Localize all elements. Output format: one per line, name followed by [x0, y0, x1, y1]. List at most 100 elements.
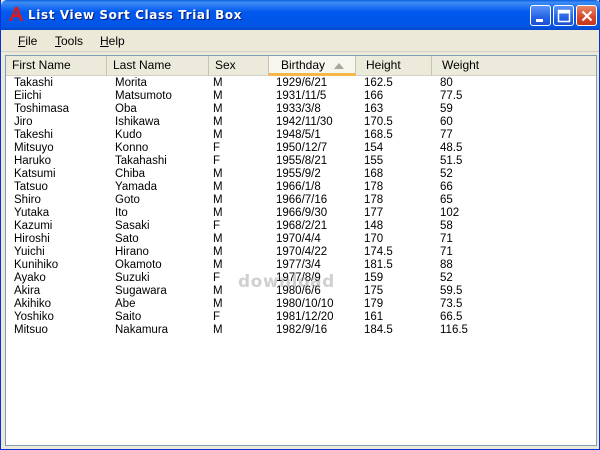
cell-sex: M [213, 246, 223, 258]
cell-weight: 77.5 [440, 90, 463, 102]
cell-birthday: 1955/9/2 [276, 168, 321, 180]
cell-first-name: Takashi [14, 77, 53, 89]
menu-tools[interactable]: Tools [48, 30, 90, 52]
cell-birthday: 1982/9/16 [276, 324, 328, 336]
table-row[interactable]: Takeshi Kudo M 1948/5/1 168.5 77 [6, 129, 596, 142]
cell-weight: 52 [440, 272, 453, 284]
table-row[interactable]: Kazumi Sasaki F 1968/2/21 148 58 [6, 220, 596, 233]
table-row[interactable]: Yoshiko Saito F 1981/12/20 161 66.5 [6, 311, 596, 324]
table-row[interactable]: Mitsuyo Konno F 1950/12/7 154 48.5 [6, 142, 596, 155]
menu-help-accelerator: H [100, 34, 109, 48]
menu-bar: File Tools Help [1, 30, 599, 52]
cell-weight: 71 [440, 233, 453, 245]
menu-tools-label: ools [61, 34, 84, 48]
table-row[interactable]: Eiichi Matsumoto M 1931/11/5 166 77.5 [6, 90, 596, 103]
maximize-button[interactable] [553, 5, 574, 26]
title-bar[interactable]: List View Sort Class Trial Box [1, 0, 600, 30]
cell-height: 159 [364, 272, 384, 284]
table-row[interactable]: Toshimasa Oba M 1933/3/8 163 59 [6, 103, 596, 116]
cell-height: 161 [364, 311, 384, 323]
cell-height: 168 [364, 168, 384, 180]
menu-help[interactable]: Help [93, 30, 132, 52]
cell-sex: M [213, 90, 223, 102]
cell-birthday: 1977/3/4 [276, 259, 321, 271]
table-row[interactable]: Tatsuo Yamada M 1966/1/8 178 66 [6, 181, 596, 194]
column-header-birthday[interactable]: Birthday [269, 56, 356, 76]
table-row[interactable]: Yutaka Ito M 1966/9/30 177 102 [6, 207, 596, 220]
cell-first-name: Haruko [14, 155, 52, 167]
table-row[interactable]: Takashi Morita M 1929/6/21 162.5 80 [6, 77, 596, 90]
list-rows: Takashi Morita M 1929/6/21 162.5 80 Eiichi Mats… [6, 77, 596, 337]
cell-last-name: Okamoto [115, 259, 162, 271]
cell-first-name: Mitsuyo [14, 142, 54, 154]
column-header-label: Last Name [113, 58, 172, 72]
cell-weight: 48.5 [440, 142, 463, 154]
menu-file[interactable]: File [11, 30, 44, 52]
cell-first-name: Katsumi [14, 168, 56, 180]
cell-last-name: Suzuki [115, 272, 150, 284]
column-header-first-name[interactable]: First Name [6, 56, 107, 76]
column-header-label: Height [366, 58, 401, 72]
cell-height: 170.5 [364, 116, 393, 128]
column-header-last-name[interactable]: Last Name [107, 56, 209, 76]
cell-height: 178 [364, 194, 384, 206]
table-row[interactable]: Katsumi Chiba M 1955/9/2 168 52 [6, 168, 596, 181]
cell-weight: 102 [440, 207, 460, 219]
cell-birthday: 1929/6/21 [276, 77, 328, 89]
cell-first-name: Kazumi [14, 220, 53, 232]
cell-height: 166 [364, 90, 384, 102]
cell-height: 163 [364, 103, 384, 115]
cell-last-name: Goto [115, 194, 140, 206]
watermark-text: download [238, 272, 335, 292]
cell-weight: 65 [440, 194, 453, 206]
cell-weight: 51.5 [440, 155, 463, 167]
cell-height: 179 [364, 298, 384, 310]
column-header-sex[interactable]: Sex [209, 56, 269, 76]
cell-last-name: Sasaki [115, 220, 150, 232]
cell-sex: F [213, 155, 221, 167]
cell-height: 155 [364, 155, 384, 167]
cell-weight: 77 [440, 129, 453, 141]
minimize-button[interactable] [530, 5, 551, 26]
cell-first-name: Jiro [14, 116, 33, 128]
cell-height: 178 [364, 181, 384, 193]
menu-file-label: ile [25, 34, 38, 48]
cell-height: 162.5 [364, 77, 393, 89]
cell-birthday: 1968/2/21 [276, 220, 328, 232]
cell-sex: M [213, 194, 223, 206]
cell-last-name: Matsumoto [115, 90, 172, 102]
close-button[interactable] [576, 5, 597, 26]
list-header: First Name Last Name Sex Birthday Height… [6, 56, 596, 76]
table-row[interactable]: Kunihiko Okamoto M 1977/3/4 181.5 88 [6, 259, 596, 272]
cell-first-name: Kunihiko [14, 259, 59, 271]
cell-first-name: Yutaka [14, 207, 50, 219]
table-row[interactable]: Mitsuo Nakamura M 1982/9/16 184.5 116.5 [6, 324, 596, 337]
cell-weight: 73.5 [440, 298, 463, 310]
cell-birthday: 1966/7/16 [276, 194, 328, 206]
cell-last-name: Kudo [115, 129, 142, 141]
close-icon [581, 10, 593, 22]
cell-first-name: Mitsuo [14, 324, 48, 336]
table-row[interactable]: Yuichi Hirano M 1970/4/22 174.5 71 [6, 246, 596, 259]
cell-birthday: 1942/11/30 [276, 116, 333, 128]
cell-birthday: 1948/5/1 [276, 129, 321, 141]
column-header-height[interactable]: Height [356, 56, 432, 76]
table-row[interactable]: Jiro Ishikawa M 1942/11/30 170.5 60 [6, 116, 596, 129]
table-row[interactable]: Shiro Goto M 1966/7/16 178 65 [6, 194, 596, 207]
cell-last-name: Ito [115, 207, 128, 219]
cell-sex: M [213, 129, 223, 141]
cell-weight: 59.5 [440, 285, 463, 297]
app-window: List View Sort Class Trial Box File Tool… [0, 0, 600, 450]
cell-weight: 66.5 [440, 311, 463, 323]
list-view[interactable]: First Name Last Name Sex Birthday Height… [5, 55, 597, 446]
table-row[interactable]: Akihiko Abe M 1980/10/10 179 73.5 [6, 298, 596, 311]
cell-weight: 80 [440, 77, 453, 89]
table-row[interactable]: Haruko Takahashi F 1955/8/21 155 51.5 [6, 155, 596, 168]
table-row[interactable]: Hiroshi Sato M 1970/4/4 170 71 [6, 233, 596, 246]
cell-sex: M [213, 207, 223, 219]
cell-weight: 60 [440, 116, 453, 128]
cell-birthday: 1931/11/5 [276, 90, 327, 102]
cell-birthday: 1970/4/4 [276, 233, 321, 245]
column-header-weight[interactable]: Weight [432, 56, 596, 76]
cell-weight: 58 [440, 220, 453, 232]
